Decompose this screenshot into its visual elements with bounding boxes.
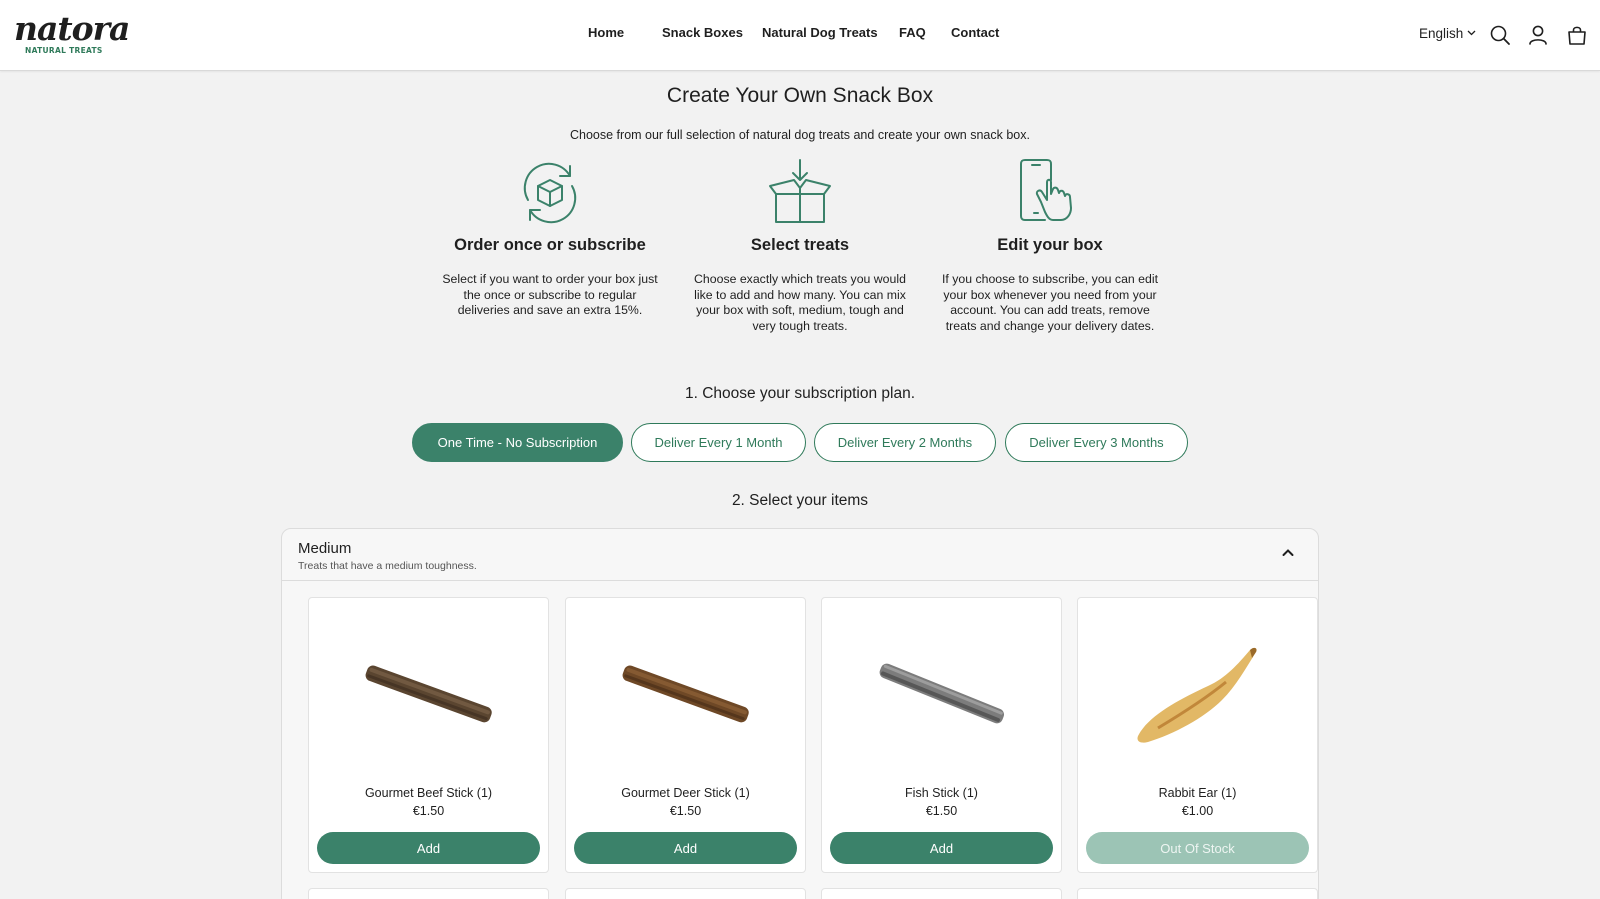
- chevron-down-icon[interactable]: [1467, 30, 1476, 36]
- step-text-line: Choose exactly which treats you would: [694, 272, 906, 286]
- out-of-stock-button: Out Of Stock: [1086, 832, 1309, 864]
- product-card: [821, 888, 1062, 899]
- category-header[interactable]: Medium Treats that have a medium toughne…: [282, 529, 1318, 581]
- plan-2-months-button[interactable]: Deliver Every 2 Months: [814, 423, 996, 462]
- step-text-subscribe: Select if you want to order your box jus…: [430, 272, 670, 319]
- step-text-line: your box with soft, medium, tough and: [696, 303, 904, 318]
- product-card: Gourmet Beef Stick (1) €1.50 Add: [308, 597, 549, 873]
- plan-3-months-button[interactable]: Deliver Every 3 Months: [1005, 423, 1188, 462]
- step-text-edit: If you choose to subscribe, you can edit…: [930, 272, 1170, 334]
- product-image-beef-stick: [365, 665, 492, 723]
- logo-tagline: NATURAL TREATS: [25, 46, 103, 55]
- step-text-line: very tough treats.: [752, 318, 848, 333]
- product-name: Rabbit Ear (1): [1158, 786, 1237, 800]
- nav-natural-dog-treats[interactable]: Natural Dog Treats: [762, 25, 878, 40]
- phone-tap-icon: [1020, 159, 1072, 221]
- account-icon[interactable]: [1527, 24, 1549, 46]
- product-price: €1.50: [412, 804, 445, 818]
- nav-snack-boxes[interactable]: Snack Boxes: [662, 25, 743, 40]
- language-selector[interactable]: English: [1419, 26, 1463, 41]
- step-title-subscribe: Order once or subscribe: [454, 236, 646, 254]
- product-name: Gourmet Beef Stick (1): [364, 786, 493, 800]
- nav-faq[interactable]: FAQ: [899, 25, 926, 40]
- product-name: Fish Stick (1): [905, 786, 978, 800]
- step-title-select: Select treats: [750, 236, 850, 254]
- product-card: [308, 888, 549, 899]
- plan-heading: 1. Choose your subscription plan.: [684, 385, 916, 402]
- cart-icon[interactable]: [1566, 24, 1588, 46]
- page-subtitle: Choose from our full selection of natura…: [570, 128, 1030, 142]
- plan-1-month-button[interactable]: Deliver Every 1 Month: [631, 423, 806, 462]
- step-text-line: treats and change your delivery dates.: [945, 318, 1155, 333]
- product-card: Gourmet Deer Stick (1) €1.50 Add: [565, 597, 806, 873]
- search-icon[interactable]: [1489, 24, 1511, 46]
- step-text-line: your box whenever you need from your: [943, 287, 1157, 302]
- site-header: natora NATURAL TREATS Home Snack Boxes N…: [0, 0, 1600, 71]
- step-title-edit: Edit your box: [997, 236, 1103, 254]
- category-name: Medium: [298, 540, 352, 557]
- add-button[interactable]: Add: [317, 832, 540, 864]
- step-text-line: the once or subscribe to regular: [463, 287, 637, 302]
- step-text-line: like to add and how many. You can mix: [694, 287, 906, 302]
- logo-wordmark: natora: [14, 9, 130, 48]
- product-name: Gourmet Deer Stick (1): [621, 786, 750, 800]
- product-card: Fish Stick (1) €1.50 Add: [821, 597, 1062, 873]
- items-heading: 2. Select your items: [731, 492, 869, 509]
- subscribe-box-icon: [523, 162, 577, 224]
- step-text-line: If you choose to subscribe, you can edit: [941, 272, 1158, 286]
- logo[interactable]: natora NATURAL TREATS: [14, 10, 130, 60]
- product-price: €1.50: [669, 804, 702, 818]
- step-text-line: Select if you want to order your box jus…: [442, 272, 658, 286]
- product-price: €1.50: [925, 804, 958, 818]
- product-image-fish-stick: [879, 663, 1005, 724]
- nav-contact[interactable]: Contact: [951, 25, 999, 40]
- step-text-select: Choose exactly which treats you would li…: [680, 272, 920, 334]
- step-text-line: account. You can add treats, remove: [950, 303, 1150, 318]
- open-box-icon: [769, 159, 831, 223]
- step-text-line: deliveries and save an extra 15%.: [457, 303, 643, 318]
- product-price: €1.00: [1181, 804, 1214, 818]
- product-image-rabbit-ear: [1137, 647, 1257, 743]
- category-description: Treats that have a medium toughness.: [298, 560, 477, 572]
- product-card: [1077, 888, 1318, 899]
- add-button[interactable]: Add: [574, 832, 797, 864]
- add-button[interactable]: Add: [830, 832, 1053, 864]
- plan-one-time-button[interactable]: One Time - No Subscription: [412, 423, 623, 462]
- nav-home[interactable]: Home: [588, 25, 624, 40]
- product-card: Rabbit Ear (1) €1.00 Out Of Stock: [1077, 597, 1318, 873]
- product-image-deer-stick: [622, 665, 749, 723]
- product-card: [565, 888, 806, 899]
- page-title: Create Your Own Snack Box: [666, 84, 934, 107]
- chevron-up-icon[interactable]: [1282, 548, 1294, 557]
